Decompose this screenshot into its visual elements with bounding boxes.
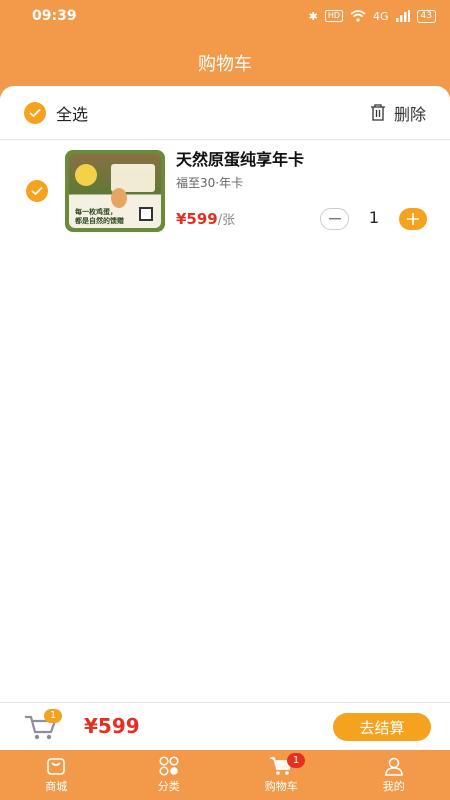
category-icon — [159, 756, 179, 776]
checkout-cart[interactable]: 1 — [24, 709, 62, 743]
tab-cart-label: 购物车 — [264, 780, 298, 793]
signal-icon — [395, 10, 410, 22]
tab-category-label: 分类 — [157, 780, 180, 793]
status-icons: ✱ HD 4G 43 — [308, 9, 436, 23]
total-price: ¥599 — [84, 714, 140, 738]
delete-label: 删除 — [393, 104, 426, 124]
plus-icon — [407, 213, 419, 225]
header: 09:39 ✱ HD 4G 43 购物车 — [0, 0, 450, 100]
item-price: ¥599/张 — [176, 209, 235, 228]
tab-shop[interactable]: 商城 — [0, 750, 113, 800]
delete-button[interactable]: 删除 — [370, 101, 426, 125]
product-image-card: 每一枚鸡蛋， 都是自然的馈赠 — [69, 154, 161, 228]
wifi-icon — [350, 10, 366, 22]
page-title: 购物车 — [198, 54, 252, 75]
tab-bar: 商城 分类 购物车 1 我的 — [0, 750, 450, 800]
trash-icon — [370, 104, 385, 121]
battery-indicator: 43 — [416, 9, 436, 23]
decrease-quantity-button[interactable] — [320, 208, 349, 230]
item-check-icon[interactable] — [26, 180, 48, 202]
price-unit: /张 — [217, 213, 236, 228]
check-icon — [24, 101, 46, 124]
tab-profile[interactable]: 我的 — [338, 750, 450, 800]
select-all-toggle[interactable]: 全选 — [24, 101, 88, 125]
bluetooth-icon: ✱ — [308, 9, 318, 23]
tab-cart-badge: 1 — [287, 753, 305, 768]
image-caption-line1: 每一枚鸡蛋， — [75, 208, 117, 216]
network-label: 4G — [373, 9, 389, 23]
user-icon — [384, 757, 403, 776]
cart-count-badge: 1 — [44, 709, 62, 723]
product-image-caption: 每一枚鸡蛋， 都是自然的馈赠 — [75, 208, 124, 226]
hd-badge: HD — [324, 10, 344, 22]
tab-cart[interactable]: 购物车 1 — [225, 750, 338, 800]
product-image[interactable]: 每一枚鸡蛋， 都是自然的馈赠 — [65, 150, 165, 232]
select-all-label: 全选 — [56, 104, 89, 124]
cart-panel: 全选 删除 每一枚鸡蛋， 都是自然的馈赠 天然原蛋纯享年卡 福至30·年卡 ¥5… — [0, 86, 450, 702]
image-caption-line2: 都是自然的馈赠 — [75, 217, 124, 225]
checkout-button[interactable]: 去结算 — [333, 713, 431, 741]
item-title[interactable]: 天然原蛋纯享年卡 — [176, 146, 304, 170]
shop-icon — [47, 758, 66, 775]
minus-icon — [328, 218, 341, 220]
item-subtitle: 福至30·年卡 — [176, 176, 244, 190]
tab-profile-label: 我的 — [382, 780, 405, 793]
cart-item: 每一枚鸡蛋， 都是自然的馈赠 天然原蛋纯享年卡 福至30·年卡 ¥599/张 1 — [0, 146, 450, 236]
egg-icon — [111, 188, 127, 208]
tab-category[interactable]: 分类 — [113, 750, 226, 800]
status-bar: 09:39 ✱ HD 4G 43 — [0, 0, 450, 32]
quantity-value: 1 — [368, 208, 380, 227]
price-amount: ¥599 — [176, 210, 218, 228]
qr-code-icon — [139, 207, 153, 221]
tab-shop-label: 商城 — [45, 780, 68, 793]
product-image-tag — [75, 164, 97, 186]
status-time: 09:39 — [32, 8, 77, 24]
increase-quantity-button[interactable] — [399, 208, 427, 230]
select-toolbar: 全选 删除 — [0, 86, 450, 140]
checkout-bar: 1 ¥599 去结算 — [0, 702, 450, 750]
